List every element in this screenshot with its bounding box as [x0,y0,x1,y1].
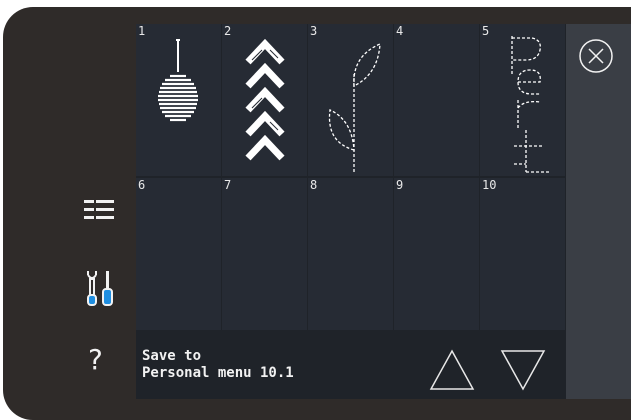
arrow-up-icon[interactable] [427,347,477,393]
arrow-down-icon[interactable] [498,347,548,393]
cell-number: 8 [310,178,318,192]
menu-cell-1[interactable]: 1 [136,24,221,176]
close-icon[interactable] [578,38,614,74]
menu-cell-10[interactable]: 10 [480,178,565,330]
right-panel [566,24,631,399]
cell-number: 9 [396,178,404,192]
list-icon[interactable] [82,196,118,232]
menu-cell-3[interactable]: 3 [308,24,393,176]
menu-cell-6[interactable]: 6 [136,178,221,330]
tools-icon[interactable] [82,265,118,313]
menu-cell-5[interactable]: 5 [480,24,565,176]
save-line-1: Save to [142,348,202,364]
save-line-2: Personal menu 10.1 [142,365,294,381]
cell-number: 7 [224,178,232,192]
perf-text-design [511,36,550,173]
save-location-text: Save to Personal menu 10.1 [142,348,294,382]
leaf-stem-design [328,42,381,174]
chevron-stack-design [245,38,285,161]
menu-cell-9[interactable]: 9 [394,178,479,330]
sewing-machine-screen: ? 1 2 3 4 5 6 7 8 9 10 Save to Personal … [0,0,631,420]
cell-number: 6 [138,178,146,192]
menu-cell-7[interactable]: 7 [222,178,307,330]
design-grid: 1 2 3 4 5 6 7 8 9 10 [136,24,566,331]
save-bar: Save to Personal menu 10.1 [136,331,566,399]
menu-cell-2[interactable]: 2 [222,24,307,176]
help-icon[interactable]: ? [88,344,103,376]
menu-cell-4[interactable]: 4 [394,24,479,176]
ornament-design [158,39,198,122]
menu-cell-8[interactable]: 8 [308,178,393,330]
cell-number: 4 [396,24,404,38]
cell-number: 10 [482,178,497,192]
